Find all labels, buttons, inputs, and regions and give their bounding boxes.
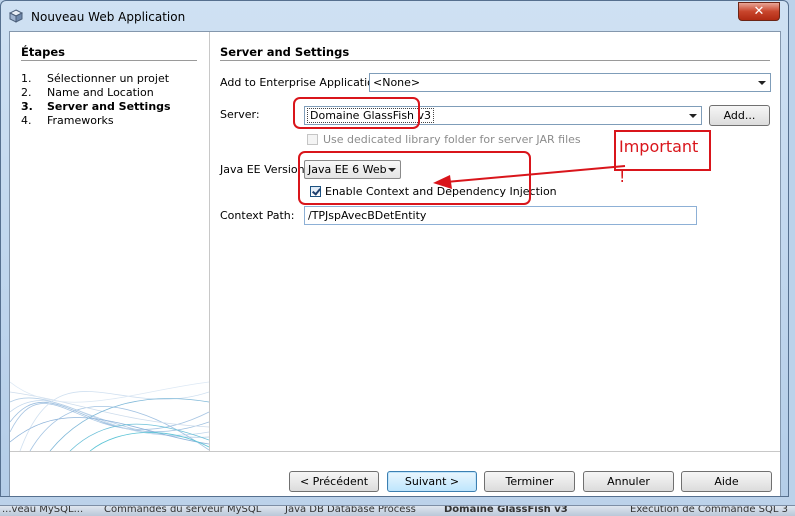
help-button[interactable]: Aide — [681, 471, 772, 492]
title-bar[interactable]: Nouveau Web Application ✕ — [1, 1, 788, 31]
taskbar-item[interactable]: Commandes du serveur MySQL — [104, 506, 261, 516]
decorative-swirl-graphic — [10, 381, 209, 451]
step-label: Sélectionner un projet — [47, 72, 170, 85]
chevron-down-icon — [689, 114, 697, 118]
step-label: Name and Location — [47, 86, 154, 99]
javaee-highlight-box — [298, 151, 531, 205]
step-item: 2. Name and Location — [21, 86, 154, 99]
settings-panel: Server and Settings Add to Enterprise Ap… — [210, 32, 780, 451]
library-folder-label: Use dedicated library folder for server … — [323, 133, 581, 146]
context-path-label: Context Path: — [220, 209, 295, 222]
close-button[interactable]: ✕ — [738, 2, 780, 21]
server-label: Server: — [220, 108, 260, 121]
previous-button[interactable]: < Précédent — [289, 471, 379, 492]
taskbar: ...veau MySQL... Commandes du serveur My… — [0, 505, 795, 516]
button-bar: < Précédent Suivant > Terminer Annuler A… — [10, 451, 780, 496]
step-item: 1. Sélectionner un projet — [21, 72, 170, 85]
cancel-button[interactable]: Annuler — [583, 471, 674, 492]
taskbar-item-active[interactable]: Domaine GlassFish v3 — [444, 506, 568, 516]
close-icon: ✕ — [753, 4, 765, 19]
step-item-current: 3. Server and Settings — [21, 100, 171, 113]
steps-panel: Étapes 1. Sélectionner un projet 2. Name a… — [10, 32, 210, 451]
netbeans-cube-icon — [9, 9, 23, 23]
server-highlight-box — [293, 97, 420, 129]
taskbar-item[interactable]: ...veau MySQL... — [2, 506, 83, 516]
context-path-field[interactable]: /TPJspAvecBDetEntity — [304, 206, 697, 225]
taskbar-item[interactable]: Exécution de Commande SQL 3 — [630, 506, 788, 516]
enterprise-application-combo[interactable]: <None> — [369, 73, 771, 92]
step-item: 4. Frameworks — [21, 114, 114, 127]
context-path-value: /TPJspAvecBDetEntity — [308, 209, 427, 222]
section-title: Server and Settings — [220, 45, 350, 59]
steps-title: Étapes — [21, 45, 65, 59]
finish-button[interactable]: Terminer — [484, 471, 575, 492]
step-label: Server and Settings — [47, 100, 171, 113]
section-divider — [220, 60, 770, 61]
dialog-window: Nouveau Web Application ✕ Étapes 1. Sélec… — [0, 0, 789, 497]
taskbar-item[interactable]: Java DB Database Process — [285, 506, 416, 516]
enterprise-label: Add to Enterprise Application: — [220, 76, 385, 89]
window-title: Nouveau Web Application — [31, 10, 186, 24]
chevron-down-icon — [758, 81, 766, 85]
enterprise-value: <None> — [373, 76, 421, 89]
steps-list: 1. Sélectionner un projet 2. Name and Loca… — [21, 72, 171, 128]
javaee-version-label: Java EE Version: — [220, 163, 309, 176]
next-button[interactable]: Suivant > — [387, 471, 477, 492]
library-folder-checkbox[interactable] — [307, 134, 318, 145]
add-server-button[interactable]: Add... — [709, 105, 770, 126]
steps-divider — [21, 60, 197, 61]
important-callout: Important ! — [614, 130, 711, 186]
step-label: Frameworks — [47, 114, 114, 127]
